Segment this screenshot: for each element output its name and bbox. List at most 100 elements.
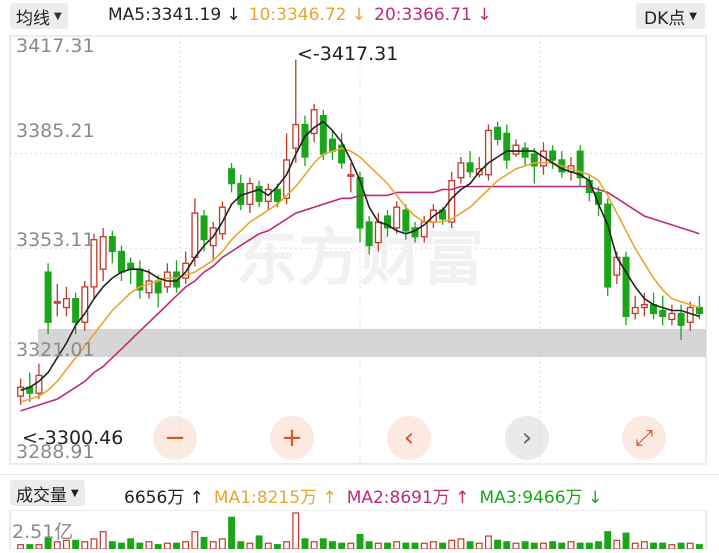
- volume-bar-up: [283, 541, 291, 550]
- candle-down: [604, 203, 612, 288]
- volume-bar-up: [310, 541, 318, 550]
- price-tick-label: 3321.01: [16, 339, 95, 361]
- ma10-value: 10:3346.72 ↓: [248, 5, 367, 25]
- candle-up: [457, 162, 465, 179]
- volume-axis-label: 2.51亿: [12, 521, 73, 543]
- candle-up: [292, 123, 300, 149]
- volume-chart-area: 2.51亿: [0, 509, 719, 550]
- volume-bar-down: [622, 532, 630, 550]
- volume-bar-up: [99, 531, 107, 550]
- candle-down: [328, 138, 336, 152]
- volume-bar-down: [411, 542, 419, 550]
- volume-bar-up: [567, 541, 575, 550]
- volume-bar-down: [576, 542, 584, 550]
- volume-ma2: MA2:8691万 ↑: [346, 488, 470, 508]
- volume-bar-up: [686, 542, 694, 550]
- candle-down: [44, 271, 52, 323]
- ma20-value: 20:3366.71 ↓: [374, 5, 492, 25]
- fullscreen-button[interactable]: ⤢: [622, 416, 666, 460]
- volume-bar-down: [338, 542, 346, 550]
- candle-down: [228, 168, 236, 185]
- volume-bar-down: [273, 544, 281, 550]
- zoom-in-button[interactable]: +: [270, 416, 314, 460]
- volume-bar-down: [173, 542, 180, 550]
- candle-up: [512, 144, 520, 155]
- indicator-select-label: 均线: [16, 8, 50, 29]
- volume-bar-up: [90, 538, 98, 550]
- volume-bar-down: [439, 542, 447, 550]
- candle-up: [631, 306, 639, 315]
- volume-bar-up: [393, 541, 401, 550]
- candle-down: [72, 298, 80, 323]
- indicator-select[interactable]: 均线 ▼: [10, 3, 68, 29]
- candle-up: [640, 303, 648, 309]
- volume-bar-down: [521, 541, 529, 550]
- volume-bar-up: [420, 542, 428, 550]
- candle-down: [659, 309, 667, 318]
- zoom-out-button[interactable]: −: [153, 416, 197, 460]
- volume-bar-down: [466, 541, 474, 550]
- volume-bar-down: [127, 538, 135, 550]
- volume-bar-up: [182, 541, 190, 550]
- chevron-down-icon: ▼: [71, 487, 79, 499]
- indicator-header: 均线 ▼ MA5:3341.19 ↓ 10:3346.72 ↓ 20:3366.…: [0, 0, 719, 34]
- prev-button[interactable]: ‹: [387, 416, 431, 460]
- volume-bar-down: [558, 542, 566, 550]
- volume-bar-up: [264, 542, 272, 550]
- candlestick-chart[interactable]: 东方财富3417.313385.213353.113321.013288.91<…: [0, 34, 719, 474]
- candle-down: [402, 209, 410, 232]
- chevron-down-icon: ▼: [689, 10, 697, 22]
- volume-indicator-select[interactable]: 成交量 ▼: [10, 480, 85, 506]
- price-tick-label: 3417.31: [16, 35, 95, 57]
- volume-bar-down: [585, 542, 593, 550]
- volume-bar-up: [640, 541, 648, 550]
- volume-bar-up: [668, 544, 676, 550]
- candle-down: [200, 215, 208, 241]
- volume-bar-up: [448, 539, 456, 550]
- volume-bar-down: [503, 541, 511, 550]
- volume-bar-down: [695, 544, 703, 550]
- period-select[interactable]: DK点 ▼: [636, 3, 705, 29]
- candle-up: [99, 236, 107, 270]
- volume-bar-down: [402, 542, 410, 550]
- volume-bar-down: [329, 541, 336, 550]
- volume-bar-down: [26, 544, 34, 550]
- volume-bar-up: [512, 542, 520, 550]
- candle-down: [154, 280, 162, 294]
- volume-bar-up: [246, 542, 254, 550]
- low-price-marker: <-3300.46: [22, 427, 123, 449]
- volume-bar-down: [200, 536, 208, 550]
- volume-bar-up: [145, 541, 153, 550]
- volume-bar-down: [659, 542, 667, 550]
- candle-down: [695, 306, 703, 315]
- high-price-marker: <-3417.31: [297, 43, 398, 65]
- candle-down: [503, 132, 511, 161]
- volume-bar-down: [595, 541, 602, 550]
- candle-up: [17, 386, 25, 397]
- volume-bar-up: [218, 538, 226, 550]
- candle-down: [108, 236, 116, 253]
- volume-bar-down: [530, 542, 538, 550]
- candle-up: [35, 374, 43, 394]
- candle-up: [374, 221, 382, 244]
- volume-bar-up: [209, 541, 217, 550]
- candle-up: [668, 312, 676, 321]
- volume-bar-down: [365, 541, 373, 550]
- candlestick-chart-area[interactable]: 东方财富 3417.31 3385.21 3353.11 3321.01 3288.91 <…: [0, 34, 719, 474]
- candle-up: [246, 182, 254, 205]
- candle-up: [53, 301, 61, 304]
- volume-chart: 2.51亿: [9, 509, 707, 550]
- volume-bar-down: [228, 516, 236, 550]
- volume-bar-down: [301, 538, 309, 550]
- candle-down: [677, 312, 685, 326]
- volume-bar-down: [108, 541, 116, 550]
- volume-indicator-label: 成交量: [16, 485, 67, 506]
- chevron-down-icon: ▼: [54, 10, 62, 22]
- period-select-label: DK点: [644, 8, 686, 29]
- volume-bar-up: [484, 535, 492, 550]
- candle-down: [466, 162, 474, 173]
- candle-up: [191, 212, 199, 259]
- next-button[interactable]: ›: [505, 416, 549, 460]
- volume-bar-up: [374, 542, 382, 550]
- volume-header: 成交量 ▼ 6656万 ↑ MA1:8215万 ↑ MA2:8691万 ↑ MA…: [0, 474, 719, 511]
